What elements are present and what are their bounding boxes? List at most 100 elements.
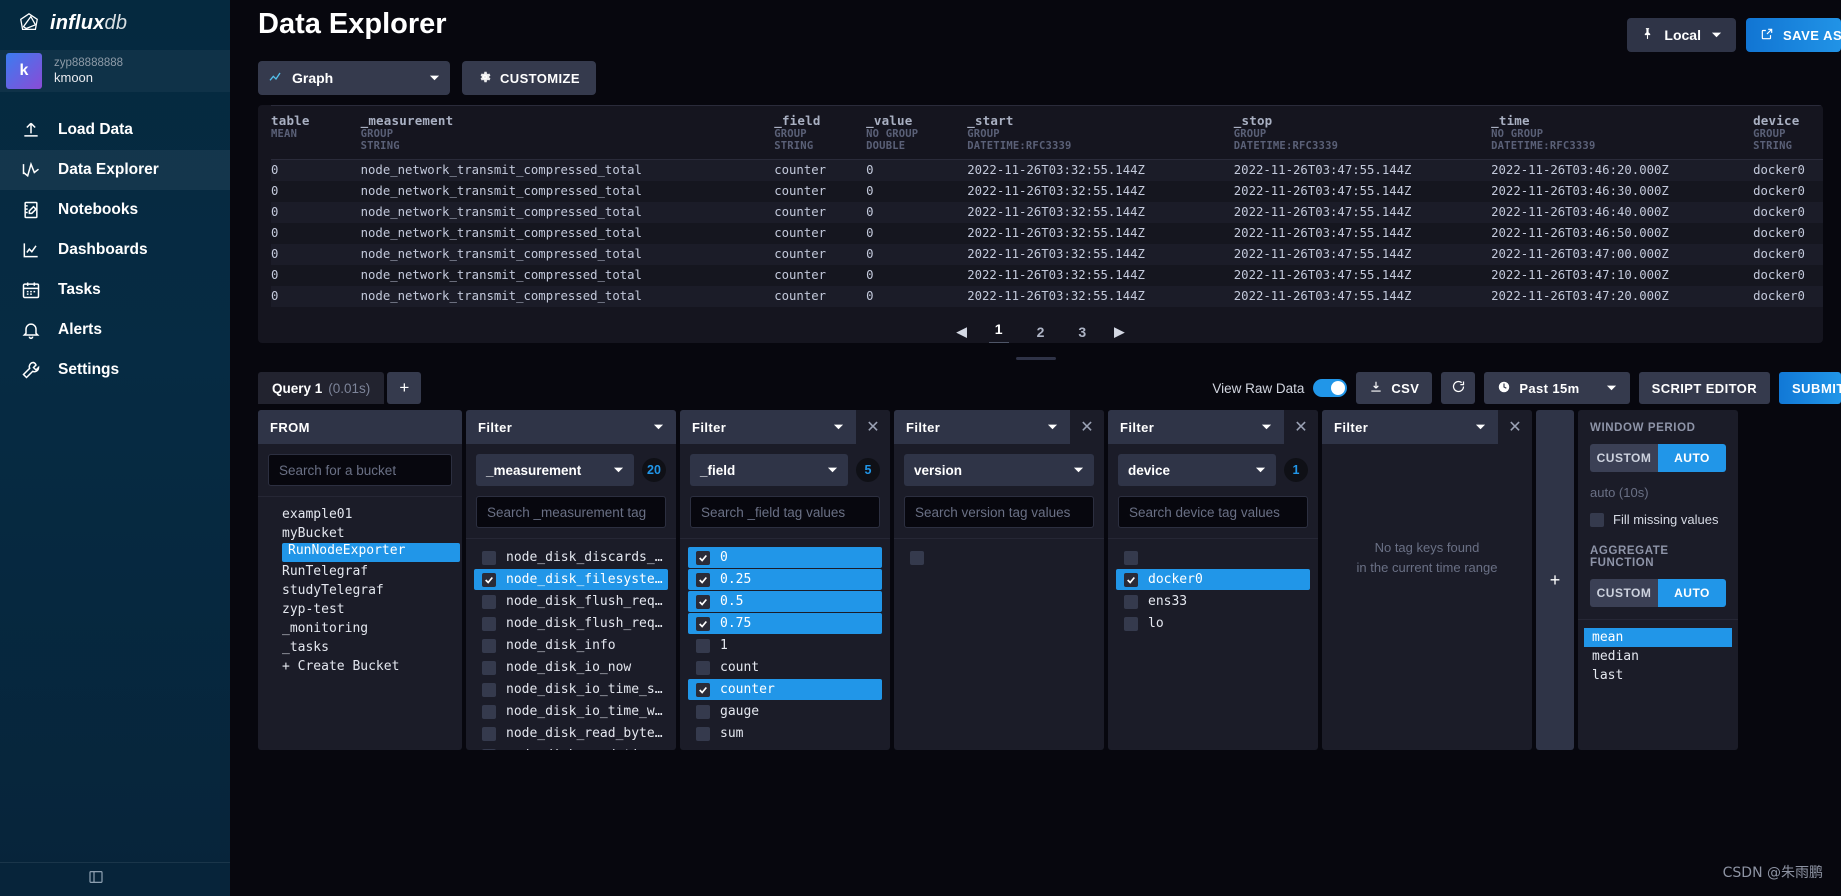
close-icon[interactable]: ✕ [1070, 410, 1104, 444]
checkbox[interactable] [696, 726, 710, 741]
aggregate-custom-button[interactable]: CUSTOM [1590, 579, 1658, 607]
filter-key-select[interactable]: device [1118, 454, 1276, 486]
table-column-header[interactable]: _start GROUP DATETIME:RFC3339 [967, 105, 1234, 160]
chevron-down-icon[interactable] [1047, 420, 1058, 435]
filter-panel-header[interactable]: Filter [894, 410, 1070, 444]
app-logo[interactable]: influxdb [0, 2, 230, 44]
filter-value-item-selected[interactable]: node_disk_filesyste… [474, 569, 668, 590]
timezone-select[interactable]: Local [1627, 18, 1736, 52]
list-item[interactable]: RunTelegraf [282, 562, 376, 581]
checkbox[interactable] [482, 594, 496, 609]
filter-value-item-selected[interactable]: 0.5 [688, 591, 882, 612]
checkbox[interactable] [910, 550, 924, 565]
checkbox[interactable] [482, 704, 496, 719]
table-column-header[interactable]: _field GROUP STRING [774, 105, 867, 160]
filter-value-item[interactable]: lo [1116, 613, 1310, 634]
filter-panel-header[interactable]: Filter [680, 410, 856, 444]
save-as-button[interactable]: SAVE AS [1746, 18, 1841, 52]
list-item[interactable]: _tasks [282, 638, 337, 657]
filter-panel-header[interactable]: Filter [466, 410, 676, 444]
sidebar-item-load-data[interactable]: Load Data [0, 110, 230, 150]
table-column-header[interactable]: _time NO GROUP DATETIME:RFC3339 [1491, 105, 1754, 160]
filter-panel-header[interactable]: Filter [1322, 410, 1498, 444]
checkbox[interactable] [696, 572, 710, 587]
csv-download-button[interactable]: CSV [1356, 372, 1433, 404]
filter-search-input[interactable]: Search _measurement tag [476, 496, 666, 528]
checkbox[interactable] [482, 550, 496, 565]
chevron-down-icon[interactable] [833, 420, 844, 435]
list-item[interactable]: myBucket [282, 524, 353, 543]
checkbox[interactable] [696, 704, 710, 719]
list-item[interactable]: _monitoring [282, 619, 376, 638]
filter-value-item[interactable]: node_disk_flush_req… [474, 613, 668, 634]
filter-search-input[interactable]: Search _field tag values [690, 496, 880, 528]
filter-value-item[interactable] [1116, 547, 1310, 568]
close-icon[interactable]: ✕ [856, 410, 890, 444]
checkbox[interactable] [482, 616, 496, 631]
checkbox[interactable] [696, 594, 710, 609]
filter-value-item[interactable]: node_disk_io_time_w… [474, 701, 668, 722]
submit-button[interactable]: SUBMIT [1779, 372, 1841, 404]
checkbox[interactable] [482, 572, 496, 587]
filter-key-select[interactable]: version [904, 454, 1094, 486]
table-column-header[interactable]: _value NO GROUP DOUBLE [866, 105, 968, 160]
aggregate-auto-button[interactable]: AUTO [1658, 579, 1726, 607]
filter-value-item[interactable]: node_disk_flush_req… [474, 591, 668, 612]
checkbox[interactable] [482, 638, 496, 653]
filter-value-item[interactable]: count [688, 657, 882, 678]
checkbox[interactable] [1124, 594, 1138, 609]
next-page-button[interactable]: ▶ [1114, 324, 1124, 340]
checkbox[interactable] [482, 682, 496, 697]
filter-value-item-selected[interactable]: 0.25 [688, 569, 882, 590]
bucket-search-input[interactable]: Search for a bucket [268, 454, 452, 486]
checkbox[interactable] [1590, 512, 1604, 527]
aggregate-item-median[interactable]: median [1584, 647, 1732, 666]
filter-value-item[interactable]: node_disk_read_byte… [474, 723, 668, 744]
aggregate-item-mean[interactable]: mean [1584, 628, 1732, 647]
refresh-button[interactable] [1441, 372, 1476, 404]
page-button-2[interactable]: 2 [1031, 322, 1051, 342]
aggregate-item-last[interactable]: last [1584, 666, 1732, 685]
filter-value-item-selected[interactable]: 0 [688, 547, 882, 568]
filter-value-item[interactable]: ens33 [1116, 591, 1310, 612]
checkbox[interactable] [696, 682, 710, 697]
checkbox[interactable] [482, 726, 496, 741]
sidebar-item-settings[interactable]: Settings [0, 350, 230, 390]
window-custom-button[interactable]: CUSTOM [1590, 444, 1658, 472]
checkbox[interactable] [1124, 616, 1138, 631]
account-row[interactable]: k zyp88888888 kmoon [0, 50, 230, 92]
filter-value-item-selected[interactable]: 0.75 [688, 613, 882, 634]
chevron-down-icon[interactable] [1475, 420, 1486, 435]
list-item[interactable]: studyTelegraf [282, 581, 392, 600]
script-editor-button[interactable]: SCRIPT EDITOR [1638, 372, 1770, 404]
view-raw-data-toggle[interactable] [1313, 379, 1348, 397]
filter-value-item[interactable] [902, 547, 1096, 568]
filter-value-item[interactable]: node_disk_io_now [474, 657, 668, 678]
close-icon[interactable]: ✕ [1284, 410, 1318, 444]
collapse-icon[interactable] [88, 869, 104, 890]
filter-value-item[interactable]: sum [688, 723, 882, 744]
table-column-header[interactable]: _stop GROUP DATETIME:RFC3339 [1233, 105, 1492, 160]
sidebar-item-notebooks[interactable]: Notebooks [0, 190, 230, 230]
close-icon[interactable]: ✕ [1498, 410, 1532, 444]
query-tab-1[interactable]: Query 1 (0.01s) [258, 372, 385, 404]
filter-value-item-selected[interactable]: docker0 [1116, 569, 1310, 590]
filter-value-item[interactable]: node_disk_info [474, 635, 668, 656]
filter-panel-header[interactable]: Filter [1108, 410, 1284, 444]
filter-search-input[interactable]: Search device tag values [1118, 496, 1308, 528]
sidebar-item-dashboards[interactable]: Dashboards [0, 230, 230, 270]
checkbox[interactable] [1124, 572, 1138, 587]
create-bucket-button[interactable]: + Create Bucket [282, 657, 407, 676]
window-auto-button[interactable]: AUTO [1658, 444, 1726, 472]
sidebar-item-alerts[interactable]: Alerts [0, 310, 230, 350]
chevron-down-icon[interactable] [653, 420, 664, 435]
checkbox[interactable] [696, 616, 710, 631]
filter-value-item[interactable]: gauge [688, 701, 882, 722]
filter-value-item[interactable]: node_disk_discards_… [474, 547, 668, 568]
table-column-header[interactable]: table MEAN [271, 105, 361, 160]
panel-resize-handle[interactable] [1015, 357, 1056, 360]
page-button-3[interactable]: 3 [1072, 322, 1092, 342]
page-button-1[interactable]: 1 [988, 319, 1009, 343]
fill-missing-values-row[interactable]: Fill missing values [1578, 500, 1738, 527]
checkbox[interactable] [696, 550, 710, 565]
